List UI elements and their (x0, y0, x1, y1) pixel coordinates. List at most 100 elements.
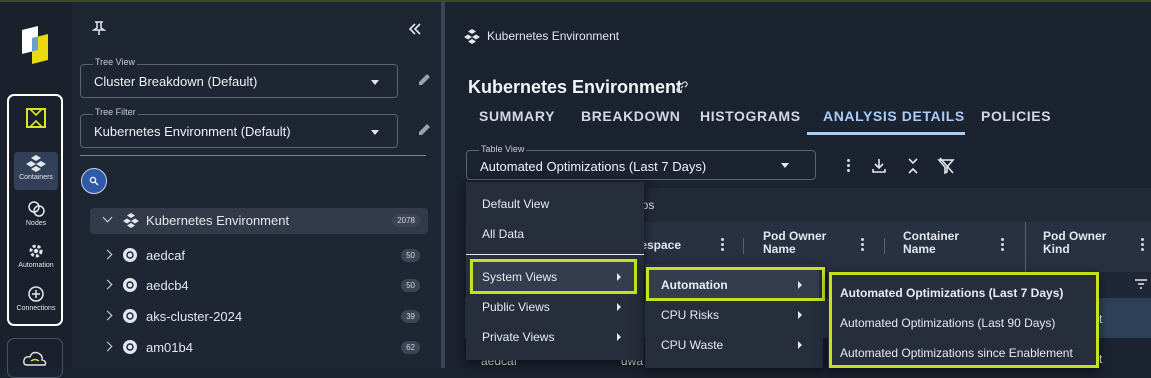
column-menu-icon[interactable] (861, 238, 864, 253)
rail-item-containers[interactable]: Containers (14, 152, 58, 190)
k8s-wheel-icon (123, 248, 137, 262)
rail-item-automation[interactable]: Automation (14, 242, 58, 269)
column-menu-icon[interactable] (721, 238, 724, 253)
more-options-button[interactable] (839, 156, 859, 176)
column-header-pod-owner-kind[interactable]: Pod Owner Kind (1043, 230, 1106, 256)
chevron-right-icon (617, 303, 621, 311)
table-cell: t (1099, 352, 1103, 366)
menu-item-label: Public Views (482, 300, 550, 314)
count-badge: 39 (401, 310, 420, 323)
tree-row[interactable]: aks-cluster-2024 39 (90, 304, 428, 330)
active-tab-indicator (807, 132, 965, 135)
menu-item-default-view[interactable]: Default View (482, 197, 549, 211)
column-menu-icon[interactable] (1001, 238, 1004, 253)
clear-filter-icon[interactable] (936, 156, 956, 176)
tree-view-select[interactable]: Tree View Cluster Breakdown (Default) (80, 57, 398, 98)
column-header-pod-owner-name[interactable]: Pod Owner Name (763, 230, 826, 256)
nav-rail: Containers Nodes Automation Connections (0, 2, 73, 378)
tree-panel: Tree View Cluster Breakdown (Default) Tr… (72, 2, 442, 368)
count-badge: 50 (401, 249, 420, 262)
rail-item-nodes[interactable]: Nodes (14, 200, 58, 227)
menu-item-label: CPU Waste (661, 338, 724, 352)
k8s-wheel-icon (123, 278, 137, 292)
count-badge: 50 (401, 279, 420, 292)
download-icon[interactable] (869, 156, 889, 176)
tree-row-label: aedcaf (146, 248, 186, 263)
rail-item-label: Containers (19, 174, 53, 181)
highlight-system-views (470, 259, 637, 294)
plus-circle-icon (28, 286, 44, 302)
table-view-select[interactable]: Table View Automated Optimizations (Last… (466, 144, 816, 180)
k8s-wheel-icon (123, 309, 137, 323)
tree-row-label: aks-cluster-2024 (146, 309, 243, 324)
page-title: Kubernetes Environment (468, 77, 683, 97)
tree-row-label: am01b4 (146, 340, 193, 355)
rail-item-connections[interactable]: Connections (14, 285, 58, 312)
edit-icon[interactable] (416, 72, 432, 88)
tab-analysis-details[interactable]: ANALYSIS DETAILS (823, 108, 965, 124)
count-badge: 2078 (392, 214, 420, 227)
table-view-value: Automated Optimizations (Last 7 Days) (480, 159, 707, 174)
cloud-icon (23, 351, 47, 366)
menu-item-label: Private Views (482, 330, 555, 344)
gear-icon (29, 244, 43, 258)
column-header-container-name[interactable]: Container Name (903, 230, 959, 256)
edit-icon[interactable] (416, 122, 432, 138)
kebab-icon (847, 159, 850, 174)
filter-icon[interactable] (1134, 278, 1148, 290)
tree-row[interactable]: aedcaf 50 (90, 243, 428, 269)
search-icon (89, 176, 99, 186)
chevron-down-icon (102, 212, 113, 223)
cloud-button[interactable] (7, 338, 63, 378)
caret-down-icon (371, 80, 379, 85)
tree-filter-value: Kubernetes Environment (Default) (94, 124, 291, 139)
tree-view-label: Tree View (93, 57, 138, 67)
collapse-rows-icon[interactable] (903, 156, 923, 176)
rail-item-label: Connections (16, 305, 56, 312)
caret-down-icon (781, 163, 789, 168)
tree-row-label: Kubernetes Environment (146, 213, 290, 228)
count-badge: 62 (401, 341, 420, 354)
menu-item-public-views[interactable]: Public Views (482, 300, 622, 314)
tree-filter-select[interactable]: Tree Filter Kubernetes Environment (Defa… (80, 107, 398, 148)
chevron-right-icon (798, 311, 802, 319)
breadcrumb[interactable]: Kubernetes Environment (487, 29, 619, 43)
app-logo-icon[interactable] (18, 24, 52, 66)
rail-item-label: Nodes (25, 220, 47, 227)
tab-summary[interactable]: SUMMARY (479, 108, 555, 124)
column-separator[interactable] (743, 238, 744, 254)
menu-item-cpu-risks[interactable]: CPU Risks (661, 308, 806, 322)
search-button[interactable] (81, 168, 107, 194)
column-separator[interactable] (884, 238, 885, 254)
chevron-right-icon (102, 249, 113, 260)
link-icon[interactable] (676, 81, 688, 93)
menu-item-cpu-waste[interactable]: CPU Waste (661, 338, 806, 352)
table-view-label: Table View (479, 144, 527, 154)
menu-item-label: CPU Risks (661, 308, 720, 322)
chevron-right-icon (102, 310, 113, 321)
tree-row[interactable]: am01b4 62 (90, 335, 428, 361)
pin-icon[interactable] (92, 20, 106, 36)
chevron-right-icon (102, 341, 113, 352)
tab-breakdown[interactable]: BREAKDOWN (581, 108, 681, 124)
table-cell: t (1099, 312, 1103, 326)
kubex-icon[interactable] (24, 106, 48, 130)
tree-row-root[interactable]: Kubernetes Environment 2078 (90, 208, 428, 234)
menu-divider (466, 254, 644, 255)
menu-item-private-views[interactable]: Private Views (482, 330, 622, 344)
chevron-right-icon (617, 333, 621, 341)
tab-policies[interactable]: POLICIES (981, 108, 1051, 124)
tree-filter-label: Tree Filter (93, 107, 138, 117)
column-separator[interactable] (1025, 222, 1026, 272)
tab-histograms[interactable]: HISTOGRAMS (700, 108, 801, 124)
chevron-right-icon (102, 279, 113, 290)
rail-item-label: Automation (18, 262, 54, 269)
menu-item-all-data[interactable]: All Data (482, 227, 524, 241)
tree-row-label: aedcb4 (146, 278, 189, 293)
k8s-wheel-icon (123, 340, 137, 354)
collapse-panel-icon[interactable] (408, 23, 422, 35)
divider (80, 155, 426, 156)
kubernetes-environment-icon (464, 29, 480, 44)
tree-row[interactable]: aedcb4 50 (90, 273, 428, 299)
column-menu-icon[interactable] (1141, 238, 1144, 253)
